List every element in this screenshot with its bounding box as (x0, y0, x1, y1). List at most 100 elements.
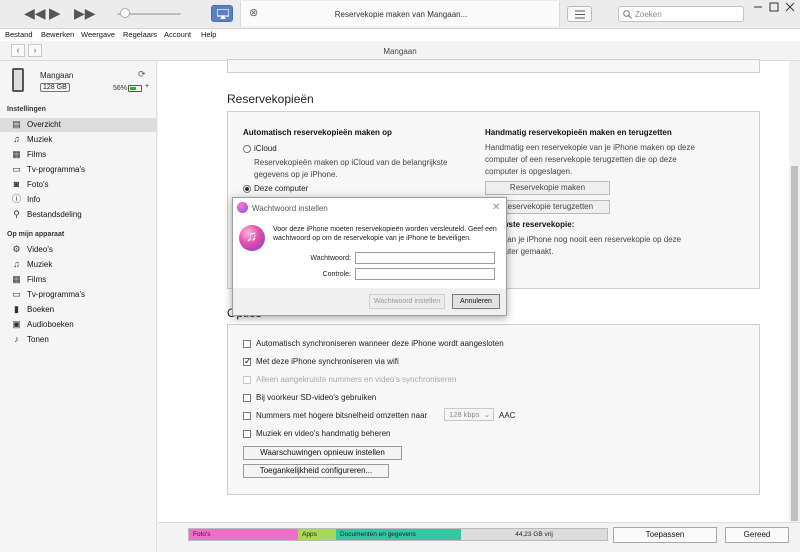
sidebar-item-device-tv[interactable]: ▭ Tv-programma's (0, 288, 157, 302)
sd-video-checkbox[interactable] (243, 394, 251, 402)
wifi-sync-checkbox[interactable] (243, 356, 252, 367)
sidebar-item-fotos[interactable]: ◙ Foto's (0, 178, 157, 192)
device-title: Mangaan (383, 47, 417, 56)
reset-warnings-button[interactable]: Waarschuwingen opnieuw instellen (243, 446, 402, 460)
sidebar-item-videos[interactable]: ⚙ Video's (0, 243, 157, 257)
navigation-bar: ‹ › Mangaan (0, 41, 800, 61)
backups-heading: Reservekopieën (227, 92, 314, 106)
manual-manage-checkbox[interactable] (243, 430, 251, 438)
menu-bar: Bestand Bewerken Weergave Regelaars Acco… (0, 29, 800, 41)
segment-fotos: Foto's (189, 529, 298, 540)
sidebar-item-tonen[interactable]: ♪ Tonen (0, 333, 157, 347)
summary-panel-bottom (227, 59, 760, 73)
sidebar-item-label: Films (27, 150, 47, 159)
scrollbar-thumb[interactable] (791, 166, 798, 521)
battery-level (130, 87, 136, 90)
sidebar-item-label: Tv-programma's (27, 165, 85, 174)
dialog-titlebar: Wachtwoord instellen ✕ (233, 198, 506, 218)
sidebar-item-device-films[interactable]: ▦ Films (0, 273, 157, 287)
sidebar-item-label: Tonen (27, 335, 49, 344)
auto-sync-checkbox[interactable] (243, 340, 251, 348)
sidebar-item-muziek[interactable]: ♫ Muziek (0, 133, 157, 147)
minimize-icon[interactable] (750, 1, 766, 13)
options-panel: Automatisch synchroniseren wanneer deze … (227, 324, 760, 495)
checked-only-checkbox (243, 376, 251, 384)
capacity-badge: 128 GB (40, 83, 70, 92)
menu-bestand[interactable]: Bestand (5, 30, 33, 39)
airplay-button[interactable] (211, 5, 233, 22)
format-label: AAC (499, 411, 516, 420)
search-input[interactable]: Zoeken (618, 6, 744, 22)
sidebar-item-audioboeken[interactable]: ▣ Audioboeken (0, 318, 157, 332)
dialog-title: Wachtwoord instellen (252, 204, 328, 213)
checked-only-label: Alleen aangekruiste nummers en video's s… (256, 375, 457, 384)
done-button[interactable]: Gereed (725, 527, 789, 543)
bell-icon: ♪ (14, 334, 19, 344)
accessibility-button[interactable]: Toegankelijkheid configureren... (243, 464, 389, 478)
menu-help[interactable]: Help (201, 30, 216, 39)
sidebar-item-films[interactable]: ▦ Films (0, 148, 157, 162)
manual-desc-line3: computer is opgeslagen. (485, 167, 573, 176)
close-icon[interactable]: ✕ (492, 202, 500, 213)
menu-regelaars[interactable]: Regelaars (123, 30, 157, 39)
apply-button[interactable]: Toepassen (613, 527, 717, 543)
cancel-button[interactable]: Annuleren (452, 294, 500, 309)
sidebar-item-label: Tv-programma's (27, 290, 85, 299)
on-device-header: Op mijn apparaat (7, 231, 65, 238)
sidebar-item-info[interactable]: ⓘ Info (0, 193, 157, 207)
audiobook-icon: ▣ (12, 319, 21, 329)
charging-icon: + (145, 83, 150, 90)
make-backup-button[interactable]: Reservekopie maken (485, 181, 610, 195)
book-icon: ▮ (14, 304, 19, 314)
close-icon[interactable] (782, 1, 798, 13)
segment-free-space: 44,23 GB vrij (461, 529, 607, 540)
sync-icon[interactable]: ⟳ (138, 69, 146, 80)
sidebar-item-bestandsdeling[interactable]: ⚲ Bestandsdeling (0, 208, 157, 222)
scrollbar[interactable] (789, 61, 800, 522)
convert-bitrate-label: Nummers met hogere bitsnelheid omzetten … (256, 411, 428, 420)
segment-apps: Apps (298, 529, 336, 540)
search-placeholder: Zoeken (635, 10, 662, 19)
icloud-label: iCloud (254, 144, 277, 153)
search-icon (623, 10, 632, 19)
iphone-icon (12, 68, 24, 92)
dialog-message: Voor deze iPhone moeten reservekopieën w… (273, 226, 497, 242)
bitrate-select[interactable]: 128 kbps ⌄ (444, 408, 494, 421)
storage-capacity-bar: Foto's Apps Documenten en gegevens 44,23… (188, 528, 608, 541)
tv-icon: ▭ (12, 164, 21, 174)
convert-bitrate-checkbox[interactable] (243, 412, 251, 420)
manual-manage-label: Muziek en video's handmatig beheren (256, 429, 391, 438)
volume-knob[interactable] (120, 8, 130, 18)
capacity-footer: Foto's Apps Documenten en gegevens 44,23… (158, 522, 800, 552)
this-computer-radio[interactable] (243, 185, 251, 193)
sidebar-item-boeken[interactable]: ▮ Boeken (0, 303, 157, 317)
airplay-icon (217, 9, 229, 19)
fast-forward-icon[interactable]: ▶▶ (74, 5, 96, 22)
sidebar-item-tv[interactable]: ▭ Tv-programma's (0, 163, 157, 177)
latest-desc-line1: Er is van je iPhone nog nooit een reserv… (485, 235, 682, 244)
set-password-dialog: Wachtwoord instellen ✕ ♫ Voor deze iPhon… (232, 197, 507, 316)
menu-weergave[interactable]: Weergave (81, 30, 115, 39)
sidebar-item-label: Muziek (27, 135, 53, 144)
sidebar-item-label: Audioboeken (27, 320, 74, 329)
sidebar-item-label: Boeken (27, 305, 55, 314)
wifi-sync-label: Met deze iPhone synchroniseren via wifi (256, 357, 399, 366)
password-field[interactable] (355, 252, 495, 264)
itunes-music-icon: ♫ (239, 225, 265, 251)
device-name: Mangaan (40, 71, 74, 80)
menu-account[interactable]: Account (164, 30, 191, 39)
confirm-label: Controle: (322, 271, 351, 278)
play-icon[interactable]: ▶ (49, 4, 61, 22)
sidebar: Mangaan ⟳ 128 GB 56% + Instellingen ▤ Ov… (0, 61, 157, 552)
sidebar-item-device-muziek[interactable]: ♫ Muziek (0, 258, 157, 272)
bitrate-value: 128 kbps (449, 410, 480, 419)
up-next-button[interactable] (567, 6, 592, 22)
now-playing-display: ⊗ Reservekopie maken van Mangaan... (240, 1, 560, 27)
menu-bewerken[interactable]: Bewerken (41, 30, 74, 39)
sidebar-item-overzicht[interactable]: ▤ Overzicht (0, 118, 157, 132)
maximize-icon[interactable] (766, 1, 782, 13)
confirm-password-field[interactable] (355, 268, 495, 280)
rewind-icon[interactable]: ◀◀ (24, 5, 46, 22)
icloud-radio[interactable] (243, 145, 251, 153)
set-password-button[interactable]: Wachtwoord instellen (369, 294, 445, 309)
